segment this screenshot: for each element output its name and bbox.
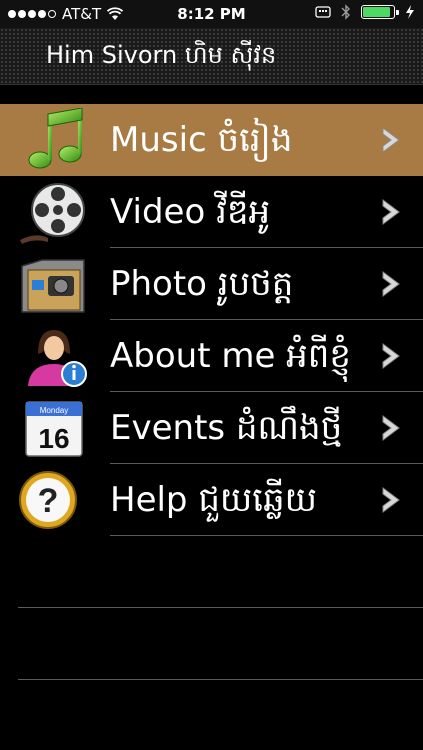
chevron-right-icon bbox=[382, 415, 400, 441]
user-info-icon bbox=[28, 330, 87, 387]
calendar-icon: Monday 16 bbox=[25, 401, 83, 457]
menu-item-help[interactable]: ? Help ជួយឆ្លើយ bbox=[0, 464, 423, 536]
bluetooth-icon bbox=[341, 4, 350, 20]
menu-item-music[interactable]: Music ចំរៀង bbox=[0, 104, 423, 176]
help-icon: ? bbox=[19, 471, 77, 529]
empty-row bbox=[0, 536, 423, 608]
charging-bolt-icon bbox=[406, 5, 414, 19]
battery-level bbox=[363, 7, 390, 17]
header: Him Sivorn ហិម ស៊ីវន bbox=[0, 28, 423, 85]
battery-icon bbox=[361, 5, 399, 19]
music-note-icon bbox=[28, 108, 83, 169]
chevron-right-icon bbox=[382, 271, 400, 297]
empty-row bbox=[0, 608, 423, 680]
menu-item-label: Video វីឌីអូ bbox=[110, 192, 271, 232]
menu-item-about-me[interactable]: About me អំពីខ្ញុំ bbox=[0, 320, 423, 392]
calendar-day: 16 bbox=[38, 423, 69, 454]
menu-item-photo[interactable]: Photo រូបថត្ត bbox=[0, 248, 423, 320]
main-menu: Music ចំរៀង Video វីឌីអូ Photo រូបថត្ត A… bbox=[0, 104, 423, 680]
tty-icon bbox=[315, 6, 331, 18]
status-bar: AT&T 8:12 PM bbox=[0, 0, 423, 28]
menu-item-label: Music ចំរៀង bbox=[110, 120, 293, 160]
menu-item-label: Events ដំណឹងថ្មី bbox=[110, 408, 343, 448]
chevron-right-icon bbox=[382, 199, 400, 225]
menu-item-label: Help ជួយឆ្លើយ bbox=[110, 480, 318, 520]
chevron-right-icon bbox=[382, 343, 400, 369]
page-title: Him Sivorn ហិម ស៊ីវន bbox=[46, 41, 277, 69]
chevron-right-icon bbox=[382, 127, 400, 153]
menu-item-events[interactable]: Monday 16 Events ដំណឹងថ្មី bbox=[0, 392, 423, 464]
svg-text:?: ? bbox=[38, 482, 59, 520]
menu-item-video[interactable]: Video វីឌីអូ bbox=[0, 176, 423, 248]
chevron-right-icon bbox=[382, 487, 400, 513]
menu-item-label: About me អំពីខ្ញុំ bbox=[110, 336, 351, 376]
film-reel-icon bbox=[20, 183, 85, 244]
menu-item-label: Photo រូបថត្ត bbox=[110, 264, 294, 304]
photo-folder-icon bbox=[21, 259, 85, 313]
calendar-weekday: Monday bbox=[40, 406, 68, 415]
status-right bbox=[315, 4, 415, 20]
